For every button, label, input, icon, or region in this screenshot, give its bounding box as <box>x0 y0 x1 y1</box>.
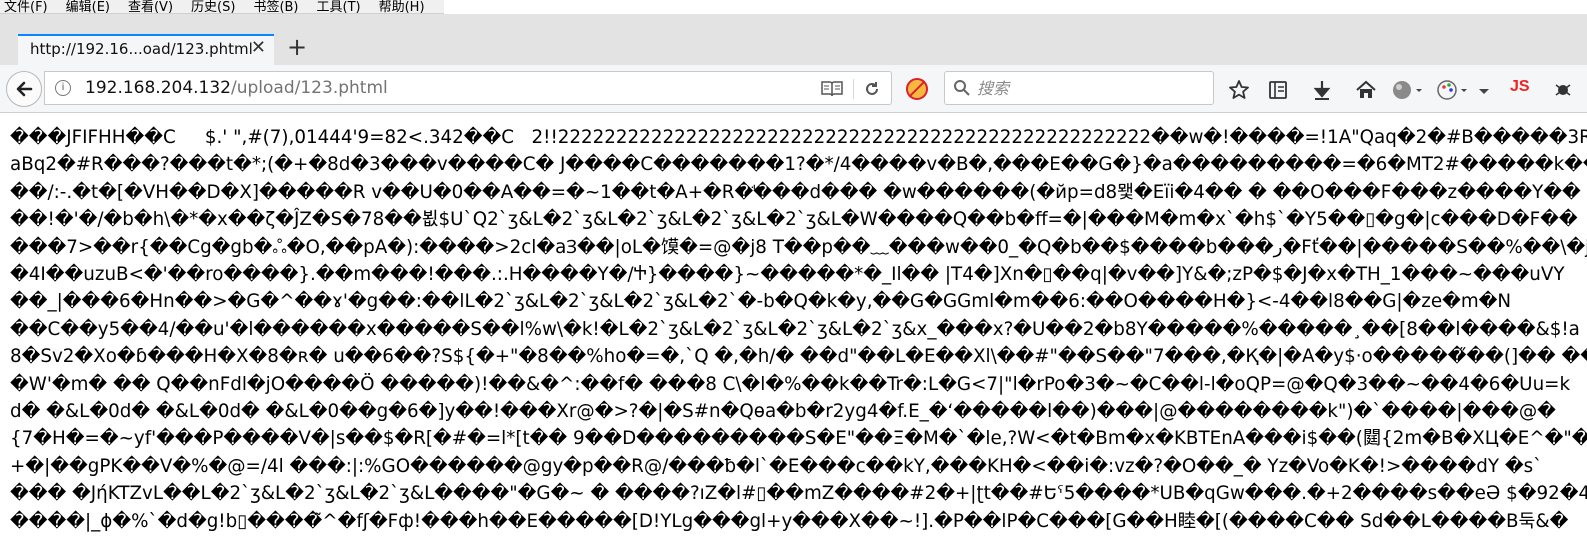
url-host: 192.168.204.132 <box>85 78 232 98</box>
content-line: ��C��y5��4/��u'�l������x�����S��l%w\�k!�… <box>10 318 1580 340</box>
star-icon[interactable] <box>1228 79 1250 101</box>
download-icon[interactable] <box>1311 79 1333 101</box>
content-line: ��/:-.�t�[�VH��D�X]�����R v��U�0��A��=�~… <box>10 181 1581 203</box>
tab-strip: http://192.16...oad/123.phtml ✕ + <box>0 14 1587 65</box>
menu-file[interactable]: 文件(F) <box>4 1 48 13</box>
content-line: d� �&L�0d� �&L�0d� �&L�0��g�6�]y��!���Xr… <box>10 401 1556 423</box>
content-line: ����|_ɸ�%`�d�g!b▯����̃^�fʃ�Fф!���h��E���… <box>10 510 1569 532</box>
new-tab-button[interactable]: + <box>287 35 307 59</box>
blocked-content-icon[interactable] <box>906 78 928 100</box>
content-line: aBq2�#R���?���t�*;(�+�8d�3���v����C� J��… <box>10 154 1587 176</box>
search-icon <box>954 80 970 96</box>
content-line: �W'�m� �� Q��nFdl�jO����Ö �����)!��&�^:�… <box>10 373 1571 395</box>
content-line: +�|��gPK��V�%�@=/4l ���:|:%GO������@gy�p… <box>10 455 1543 477</box>
close-icon[interactable]: ✕ <box>251 37 266 58</box>
reload-icon[interactable] <box>863 80 881 98</box>
content-line: �4I��uzuB<�'��ro����}.��m���!���.:.H����… <box>10 264 1565 286</box>
content-line: ��� �JήKTZvL��L�2`ʒ&L�2`ʒ&L�2`ʒ&L����"�G… <box>10 483 1587 505</box>
menu-tools[interactable]: 工具(T) <box>317 1 361 13</box>
url-path: /upload/123.phtml <box>231 78 388 98</box>
search-bar[interactable] <box>944 71 1214 105</box>
home-icon[interactable] <box>1355 79 1377 101</box>
menu-bar: 文件(F) 编辑(E) 查看(V) 历史(S) 书签(B) 工具(T) 帮助(H) <box>0 0 444 14</box>
chevron-down-icon[interactable] <box>1477 79 1491 101</box>
tab-active[interactable]: http://192.16...oad/123.phtml ✕ <box>18 34 274 65</box>
content-line: ��!�'�/�b�h\�*�x��ζ�ĴZ�S�78��뵚$Ս`Q2`ʒ&L�… <box>10 209 1578 231</box>
menu-history[interactable]: 历史(S) <box>191 1 235 13</box>
url-text[interactable]: 192.168.204.132/upload/123.phtml <box>85 78 388 98</box>
info-icon[interactable]: i <box>55 80 71 96</box>
content-line: ���JFIFHH��C $.' ",#(7),01444'9=82<.342�… <box>10 127 1587 148</box>
back-button[interactable] <box>6 71 42 107</box>
arrow-left-icon <box>16 81 33 97</box>
nav-bar: i 192.168.204.132/upload/123.phtml JS <box>0 65 1587 113</box>
url-bar[interactable]: i 192.168.204.132/upload/123.phtml <box>44 71 892 105</box>
content-line: 8�Sv2�Xo�ɓ���H�X�8�ʀ� u��6��?S${�+"�8��%… <box>10 346 1587 368</box>
menu-help[interactable]: 帮助(H) <box>379 1 425 13</box>
library-icon[interactable] <box>1267 79 1289 101</box>
menu-edit[interactable]: 编辑(E) <box>66 1 110 13</box>
content-line: ���7>��r{��Cg�gb�ஃ�O,��pA�):����>2cl�aꞫ�… <box>10 236 1587 258</box>
menu-bookmarks[interactable]: 书签(B) <box>253 1 298 13</box>
content-line: {7�H�=�~yf'���P����V�|s��$�R[�#�=l*[t�� … <box>10 428 1587 450</box>
content-line: ��_|���6�Hn��>�G�^��ɤ'�g��:��lL�2`ʒ&L�2`… <box>10 291 1512 313</box>
tab-title: http://192.16...oad/123.phtml <box>30 40 253 58</box>
menu-view[interactable]: 查看(V) <box>128 1 173 13</box>
profile-menu-icon[interactable] <box>1392 79 1422 101</box>
reader-view-icon[interactable] <box>821 80 843 98</box>
palette-icon[interactable] <box>1437 79 1467 101</box>
page-content: ���JFIFHH��C $.' ",#(7),01444'9=82<.342�… <box>10 124 1587 554</box>
search-input[interactable] <box>975 75 1199 101</box>
url-bar-divider <box>853 79 854 99</box>
js-toggle-button[interactable]: JS <box>1510 78 1530 96</box>
extension-icon[interactable] <box>1553 79 1573 101</box>
